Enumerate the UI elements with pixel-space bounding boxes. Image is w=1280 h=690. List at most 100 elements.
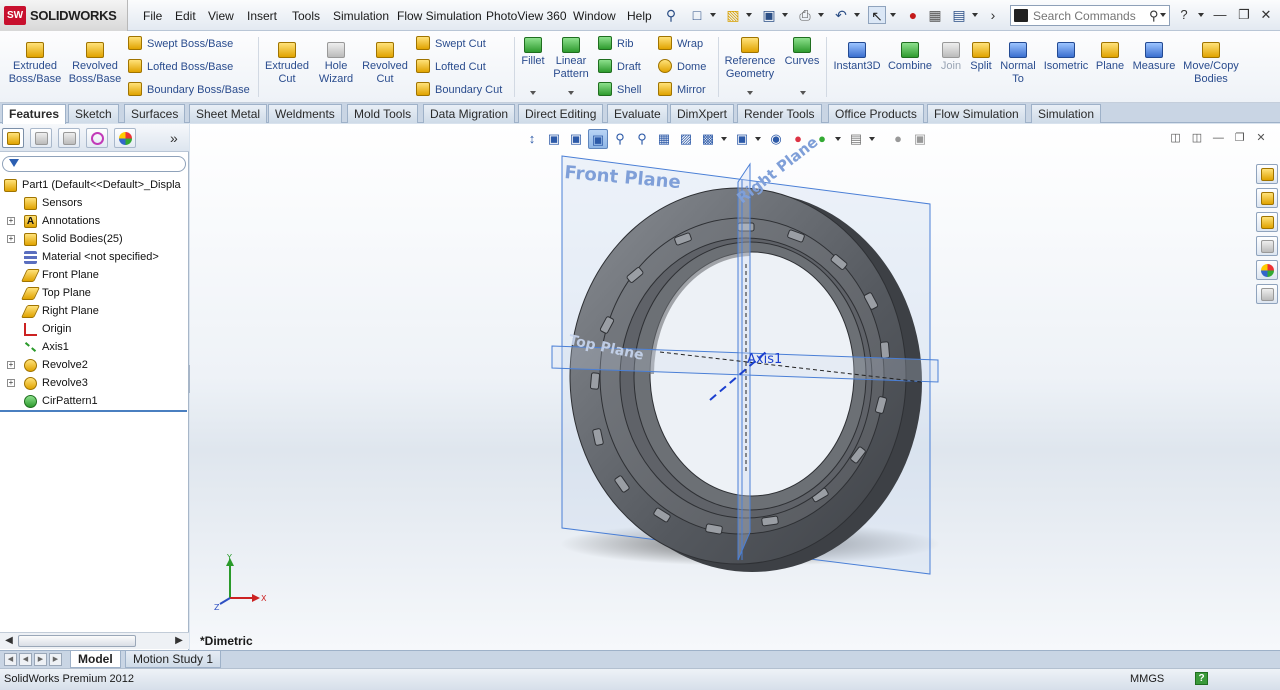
join-button[interactable]: Join xyxy=(936,42,966,73)
expand-toggle[interactable]: + xyxy=(7,217,15,225)
move-copy-bodies-button[interactable]: Move/Copy Bodies xyxy=(1182,42,1240,86)
scroll-right-arrow[interactable]: ▶ xyxy=(172,634,186,648)
configurationmanager-tab[interactable] xyxy=(58,128,80,148)
file-explorer-tab[interactable] xyxy=(1256,212,1278,232)
appearances-tab[interactable] xyxy=(1256,260,1278,280)
menu-photoview[interactable]: PhotoView 360 xyxy=(486,9,567,23)
scroll-left-arrow[interactable]: ◀ xyxy=(2,634,16,648)
expand-toggle[interactable]: + xyxy=(7,361,15,369)
menu-simulation[interactable]: Simulation xyxy=(333,9,389,23)
tab-sheet-metal[interactable]: Sheet Metal xyxy=(189,104,268,123)
lofted-cut-button[interactable]: Lofted Cut xyxy=(416,58,486,76)
tab-office-products[interactable]: Office Products xyxy=(828,104,924,123)
swept-cut-button[interactable]: Swept Cut xyxy=(416,35,486,53)
reference-geometry-dropdown-arrow[interactable] xyxy=(747,91,753,95)
tab-evaluate[interactable]: Evaluate xyxy=(607,104,668,123)
view-settings-icon[interactable]: ▤ xyxy=(846,129,866,149)
tab-motion-study-1[interactable]: Motion Study 1 xyxy=(125,651,222,668)
propertymanager-tab[interactable] xyxy=(30,128,52,148)
tree-filter[interactable] xyxy=(2,156,186,172)
solidworks-logo[interactable]: SW SOLIDWORKS xyxy=(0,0,128,31)
expand-toggle[interactable]: + xyxy=(7,379,15,387)
help-dropdown-arrow[interactable] xyxy=(1198,13,1204,17)
zoom-to-fit-icon[interactable]: ↕ xyxy=(522,129,542,149)
linear-pattern-dropdown-arrow[interactable] xyxy=(568,91,574,95)
print-dropdown-arrow[interactable] xyxy=(818,13,824,17)
previous-tab-arrow[interactable]: ◀ xyxy=(19,653,32,666)
revolved-cut-button[interactable]: Revolved Cut xyxy=(360,42,410,86)
save-icon[interactable]: ▣ xyxy=(760,6,778,24)
last-tab-arrow[interactable]: ▶ xyxy=(49,653,62,666)
tab-direct-editing[interactable]: Direct Editing xyxy=(518,104,604,123)
view-cube-icon[interactable]: ▣ xyxy=(566,129,586,149)
open-dropdown-arrow[interactable] xyxy=(746,13,752,17)
search-input[interactable] xyxy=(1033,8,1145,23)
shell-button[interactable]: Shell xyxy=(598,81,641,99)
quick-tips-help-icon[interactable]: ? xyxy=(1195,672,1208,685)
options-dropdown-arrow[interactable] xyxy=(972,13,978,17)
expand-panel-chevron-icon[interactable]: » xyxy=(170,130,178,146)
menu-tools[interactable]: Tools xyxy=(292,9,320,23)
mirror-button[interactable]: Mirror xyxy=(658,81,706,99)
menu-view[interactable]: View xyxy=(208,9,234,23)
dimxpertmanager-tab[interactable] xyxy=(86,128,108,148)
design-library-tab[interactable] xyxy=(1256,188,1278,208)
split-button[interactable]: Split xyxy=(966,42,996,73)
more-overflow-icon[interactable]: › xyxy=(984,6,1002,24)
hole-wizard-button[interactable]: Hole Wizard xyxy=(314,42,358,86)
pin-icon[interactable]: ⚲ xyxy=(662,6,680,24)
zoom-to-area-icon[interactable]: ⚲ xyxy=(610,129,630,149)
displaymanager-tab[interactable] xyxy=(114,128,136,148)
boundary-cut-button[interactable]: Boundary Cut xyxy=(416,81,502,99)
dome-button[interactable]: Dome xyxy=(658,58,706,76)
doc-close-icon[interactable]: ✕ xyxy=(1252,131,1270,145)
instant3d-button[interactable]: Instant3D xyxy=(830,42,884,73)
minimize-window-icon[interactable]: — xyxy=(1212,7,1228,23)
expand-toggle[interactable]: + xyxy=(7,235,15,243)
new-document-icon[interactable]: □ xyxy=(688,6,706,24)
menu-help[interactable]: Help xyxy=(627,9,652,23)
restore-window-icon[interactable]: ❐ xyxy=(1236,7,1252,23)
custom-properties-tab[interactable] xyxy=(1256,284,1278,304)
doc-restore-icon[interactable]: ❐ xyxy=(1231,131,1249,145)
apply-scene-icon[interactable]: ● xyxy=(812,129,832,149)
search-dropdown-arrow[interactable] xyxy=(1160,13,1166,17)
save-dropdown-arrow[interactable] xyxy=(782,13,788,17)
view-orientation-dropdown-arrow[interactable] xyxy=(721,137,727,141)
curves-dropdown-arrow[interactable] xyxy=(800,91,806,95)
tile-horizontal-icon[interactable]: ◫ xyxy=(1167,131,1185,145)
fillet-dropdown-arrow[interactable] xyxy=(530,91,536,95)
display-style-dropdown-arrow[interactable] xyxy=(755,137,761,141)
scene-dropdown-arrow[interactable] xyxy=(835,137,841,141)
rebuild-traffic-light-icon[interactable]: ● xyxy=(904,6,922,24)
featuremanager-tab[interactable] xyxy=(2,128,24,148)
curves-button[interactable]: Curves xyxy=(782,37,822,68)
extruded-boss-button[interactable]: Extruded Boss/Base xyxy=(8,42,62,86)
tab-features[interactable]: Features xyxy=(2,104,67,124)
isometric-button[interactable]: Isometric xyxy=(1040,42,1092,73)
extruded-cut-button[interactable]: Extruded Cut xyxy=(262,42,312,86)
tab-mold-tools[interactable]: Mold Tools xyxy=(347,104,419,123)
options-icon[interactable]: ▤ xyxy=(950,6,968,24)
boundary-boss-button[interactable]: Boundary Boss/Base xyxy=(128,81,250,99)
select-dropdown-arrow[interactable] xyxy=(890,13,896,17)
new-dropdown-arrow[interactable] xyxy=(710,13,716,17)
swept-boss-button[interactable]: Swept Boss/Base xyxy=(128,35,233,53)
tab-sketch[interactable]: Sketch xyxy=(68,104,119,123)
linear-pattern-button[interactable]: Linear Pattern xyxy=(550,37,592,81)
doc-minimize-icon[interactable]: — xyxy=(1209,131,1227,145)
tab-data-migration[interactable]: Data Migration xyxy=(423,104,516,123)
open-folder-icon[interactable]: ▧ xyxy=(724,6,742,24)
horizontal-scrollbar[interactable]: ◀ ▶ xyxy=(0,632,189,649)
undo-dropdown-arrow[interactable] xyxy=(854,13,860,17)
draft-button[interactable]: Draft xyxy=(598,58,641,76)
menu-flow-simulation[interactable]: Flow Simulation xyxy=(397,9,482,23)
lofted-boss-button[interactable]: Lofted Boss/Base xyxy=(128,58,233,76)
plane-button[interactable]: Plane xyxy=(1094,42,1126,73)
next-tab-arrow[interactable]: ▶ xyxy=(34,653,47,666)
rib-button[interactable]: Rib xyxy=(598,35,634,53)
revolved-boss-button[interactable]: Revolved Boss/Base xyxy=(66,42,124,86)
menu-edit[interactable]: Edit xyxy=(175,9,196,23)
dynamic-annotation-icon[interactable]: ▨ xyxy=(676,129,696,149)
graphics-area[interactable]: Front Plane Right Plane Top Plane Axis1 … xyxy=(190,124,1280,650)
